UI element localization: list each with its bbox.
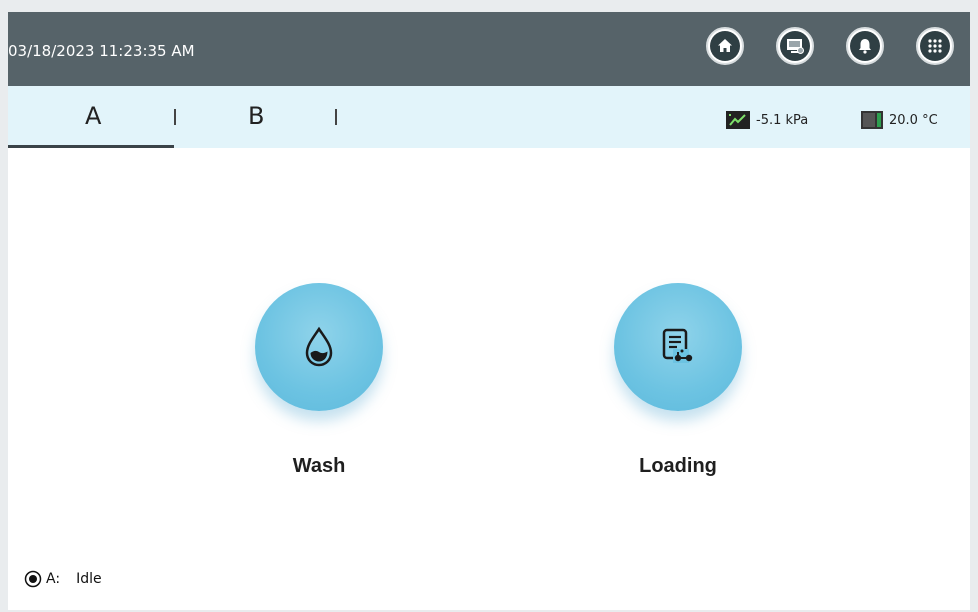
tab-a[interactable]: A [85,102,101,130]
wash-action[interactable]: Wash [255,283,383,478]
status-channel: A: [46,571,61,587]
thermometer-icon [861,111,883,129]
document-screen-icon [787,39,804,54]
home-icon [718,39,732,52]
tab-separator [335,109,337,125]
app-window: 03/18/2023 11:23:35 AM A B -5.1 kPa 20.0… [8,12,970,610]
loading-button[interactable] [614,283,742,411]
radio-status-icon [24,570,42,588]
bell-icon [859,39,871,54]
water-drop-icon [305,326,333,367]
status-bar: A: Idle [24,570,102,588]
grid-icon [928,39,942,53]
wash-button[interactable] [255,283,383,411]
top-bar: 03/18/2023 11:23:35 AM [8,12,970,86]
datetime-display: 03/18/2023 11:23:35 AM [8,42,195,60]
pressure-gauge-icon [726,111,750,129]
log-button[interactable] [776,27,814,65]
tab-bar: A B -5.1 kPa 20.0 °C [8,86,970,148]
pressure-readout: -5.1 kPa [726,111,808,129]
temperature-readout: 20.0 °C [861,111,938,129]
status-state: Idle [76,571,102,587]
main-panel: Wash Loading A: Idle [8,148,970,610]
tab-separator [174,109,176,125]
home-button[interactable] [706,27,744,65]
tab-b[interactable]: B [248,102,264,130]
temperature-value: 20.0 °C [889,112,938,128]
alarm-button[interactable] [846,27,884,65]
menu-button[interactable] [916,27,954,65]
wash-label: Wash [292,455,346,477]
loading-action[interactable]: Loading [614,283,742,478]
pressure-value: -5.1 kPa [756,112,809,128]
loading-document-icon [662,328,693,363]
loading-label: Loading [639,455,717,477]
